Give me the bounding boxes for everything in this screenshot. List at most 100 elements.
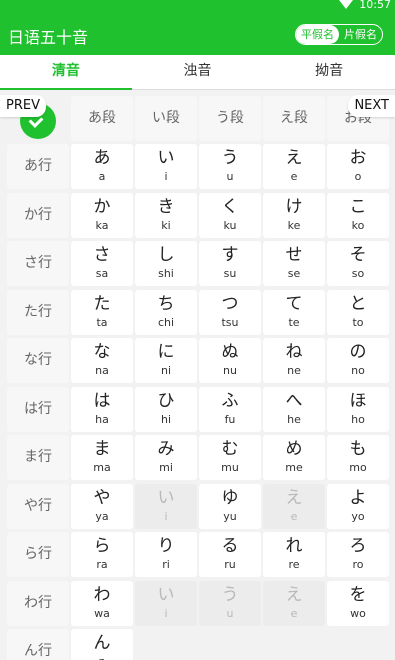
kana-char: す (221, 245, 239, 265)
kana-char: そ (349, 245, 367, 265)
kana-cell[interactable]: へ he (263, 387, 325, 432)
romaji: chi (157, 316, 175, 329)
kana-cell[interactable]: えe (263, 144, 325, 189)
kana-cell[interactable]: る ru (199, 532, 261, 577)
kana-char: ほ (349, 391, 367, 411)
kana-cell[interactable]: き ki (135, 193, 197, 238)
row-header: た行 (7, 290, 69, 335)
kana-cell[interactable]: も mo (327, 435, 389, 480)
kana-cell[interactable]: そ so (327, 241, 389, 286)
kana-cell[interactable]: ろ ro (327, 532, 389, 577)
tab-seion[interactable]: 清音 (0, 55, 132, 90)
romaji: e (290, 510, 298, 523)
kana-char: つ (221, 294, 239, 314)
kana-char: も (349, 439, 367, 459)
kana-cell[interactable]: は ha (71, 387, 133, 432)
kana-char: ま (93, 439, 111, 459)
kana-cell[interactable]: や ya (71, 484, 133, 529)
row-header: か行 (7, 193, 69, 238)
kana-cell[interactable]: な na (71, 338, 133, 383)
romaji: u (226, 170, 234, 183)
romaji: so (351, 267, 365, 280)
kana-cell[interactable]: おo (327, 144, 389, 189)
kana-cell[interactable]: うu (199, 144, 261, 189)
kana-cell[interactable]: す su (199, 241, 261, 286)
kana-cell[interactable]: み mi (135, 435, 197, 480)
kana-cell[interactable]: し shi (135, 241, 197, 286)
kana-cell[interactable]: ゆ yu (199, 484, 261, 529)
kana-char: を (349, 585, 367, 605)
kana-cell[interactable]: り ri (135, 532, 197, 577)
kana-char: ふ (221, 391, 239, 411)
romaji: se (287, 267, 301, 280)
tab-dakuon[interactable]: 浊音 (132, 55, 264, 89)
kana-char: り (157, 536, 175, 556)
romaji: na (95, 364, 109, 377)
kana-char: せ (285, 245, 303, 265)
kana-cell[interactable]: め me (263, 435, 325, 480)
kana-cell[interactable]: か ka (71, 193, 133, 238)
kana-cell[interactable]: ひ hi (135, 387, 197, 432)
kana-cell[interactable]: んn (71, 629, 133, 660)
kana-cell[interactable]: せ se (263, 241, 325, 286)
romaji: su (223, 267, 237, 280)
kana-cell[interactable]: ほ ho (327, 387, 389, 432)
kana-char: よ (349, 488, 367, 508)
kana-type-toggle[interactable]: 平假名 片假名 (295, 24, 383, 45)
kana-cell[interactable]: の no (327, 338, 389, 383)
kana-cell[interactable]: あa (71, 144, 133, 189)
kana-cell[interactable]: つ tsu (199, 290, 261, 335)
tab-youon[interactable]: 拗音 (263, 55, 395, 89)
romaji: ke (287, 219, 301, 232)
kana-cell[interactable]: た ta (71, 290, 133, 335)
romaji: ra (96, 558, 108, 571)
kana-cell[interactable]: て te (263, 290, 325, 335)
tab-bar: 清音 浊音 拗音 (0, 55, 395, 90)
kana-char: の (349, 342, 367, 362)
kana-cell[interactable]: ね ne (263, 338, 325, 383)
romaji: yo (351, 510, 365, 523)
app-bar: 日语五十音 平假名 片假名 (0, 12, 395, 55)
romaji: mo (349, 461, 367, 474)
kana-char: て (285, 294, 303, 314)
kana-char: に (157, 342, 175, 362)
kana-cell[interactable]: む mu (199, 435, 261, 480)
kana-char: み (157, 439, 175, 459)
kana-cell[interactable]: を wo (327, 581, 389, 626)
kana-cell[interactable]: れ re (263, 532, 325, 577)
romaji: fu (224, 413, 236, 426)
kana-char: め (285, 439, 303, 459)
kana-cell[interactable]: に ni (135, 338, 197, 383)
kana-cell: いi (135, 581, 197, 626)
next-button[interactable]: NEXT (348, 95, 395, 117)
romaji: wo (350, 607, 366, 620)
romaji: me (285, 461, 303, 474)
kana-cell[interactable]: ち chi (135, 290, 197, 335)
kana-cell[interactable]: いi (135, 144, 197, 189)
romaji: sa (95, 267, 109, 280)
kana-cell[interactable]: こ ko (327, 193, 389, 238)
kana-cell[interactable]: ま ma (71, 435, 133, 480)
kana-char: こ (349, 197, 367, 217)
kana-cell[interactable]: さ sa (71, 241, 133, 286)
kana-char: え (285, 148, 303, 168)
kana-cell[interactable]: ら ra (71, 532, 133, 577)
kana-char: や (93, 488, 111, 508)
row-header: わ行 (7, 581, 69, 626)
romaji: i (164, 170, 168, 183)
kana-char: た (93, 294, 111, 314)
toggle-katakana[interactable]: 片假名 (339, 25, 382, 44)
kana-cell[interactable]: ふ fu (199, 387, 261, 432)
kana-cell[interactable]: け ke (263, 193, 325, 238)
kana-char: ね (285, 342, 303, 362)
kana-cell[interactable]: わ wa (71, 581, 133, 626)
toggle-hiragana[interactable]: 平假名 (296, 25, 339, 44)
prev-button[interactable]: PREV (0, 95, 46, 117)
kana-cell[interactable]: く ku (199, 193, 261, 238)
romaji: no (351, 364, 365, 377)
kana-cell[interactable]: ぬ nu (199, 338, 261, 383)
romaji: e (290, 170, 298, 183)
kana-cell[interactable]: と to (327, 290, 389, 335)
kana-cell[interactable]: よ yo (327, 484, 389, 529)
romaji: nu (223, 364, 237, 377)
